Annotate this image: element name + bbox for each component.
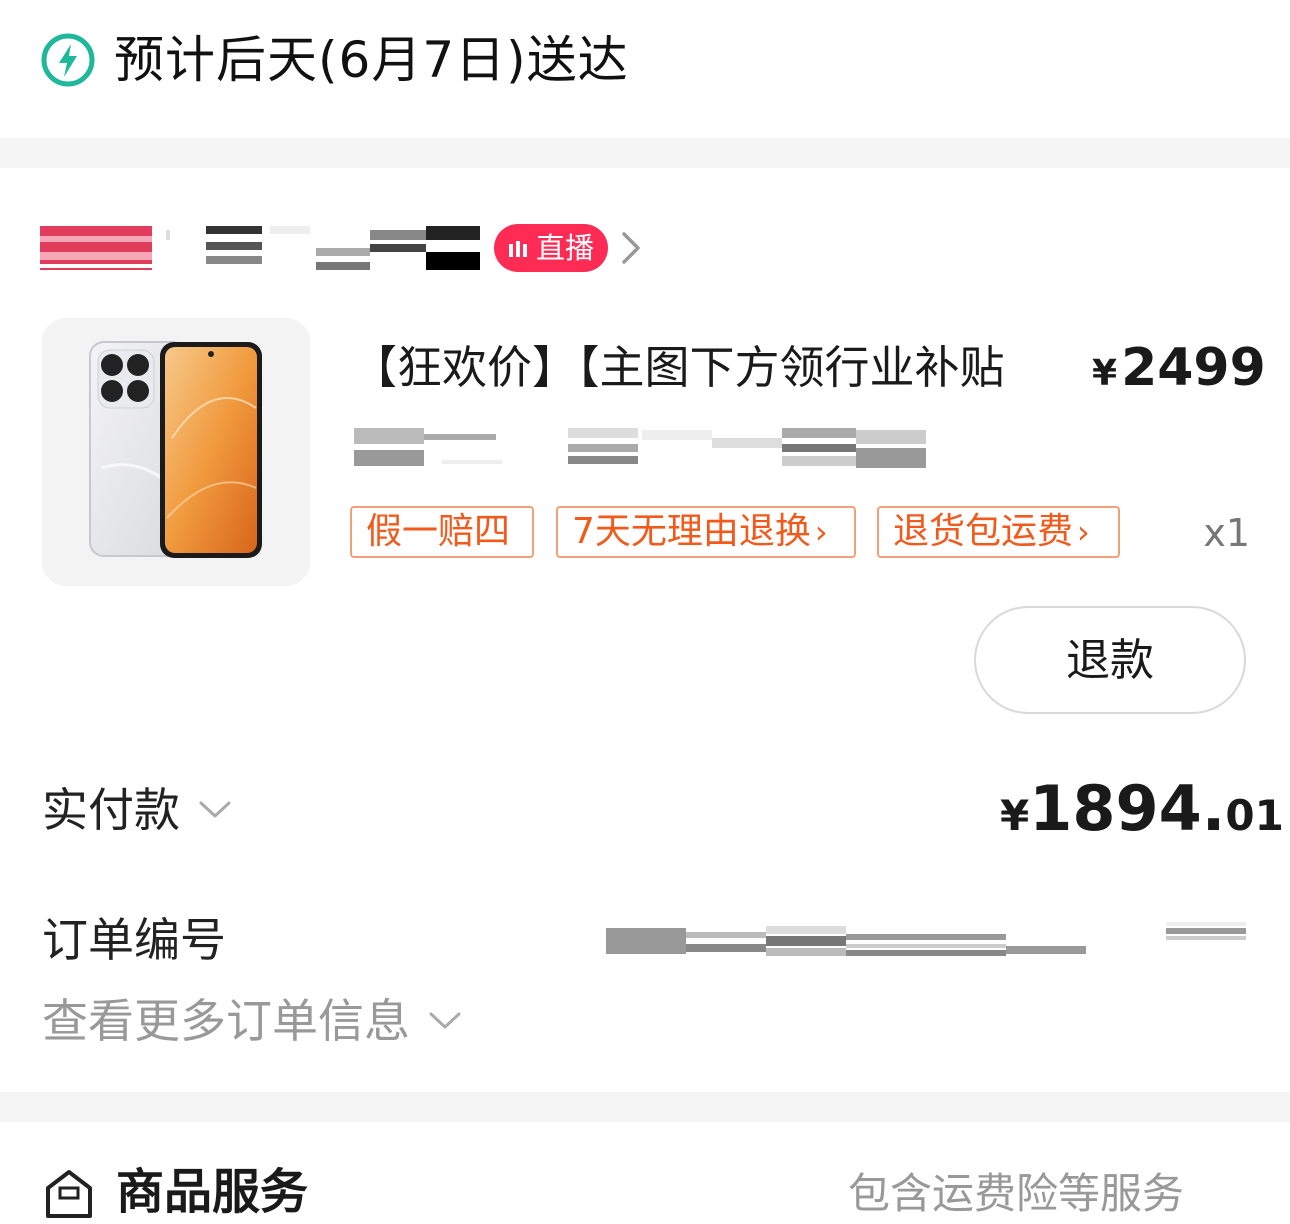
service-section-desc[interactable]: 包含运费险等服务 [848, 1164, 1184, 1224]
phone-product-icon [89, 341, 262, 558]
service-section-title: 商品服务 [116, 1164, 309, 1220]
tag-fake-compensation[interactable]: 假一赔四 [350, 506, 534, 558]
product-quantity: x1 [1203, 511, 1250, 555]
order-number-label: 订单编号 [42, 913, 226, 967]
shop-service-icon [46, 1170, 92, 1218]
chevron-right-icon[interactable] [618, 230, 644, 266]
tag-label: 假一赔四 [366, 511, 511, 552]
chevron-right-icon: › [814, 513, 828, 551]
paid-currency: ¥ [1000, 791, 1030, 840]
lightning-icon [41, 33, 95, 87]
live-badge[interactable]: 直播 [494, 224, 608, 272]
more-order-info-toggle[interactable]: 查看更多订单信息 [42, 990, 462, 1052]
more-order-info-label: 查看更多订单信息 [42, 994, 410, 1048]
live-bars-icon [508, 241, 527, 257]
refund-button[interactable]: 退款 [974, 606, 1246, 714]
paid-amount-label: 实付款 [42, 783, 180, 837]
price-currency: ¥ [1092, 353, 1118, 394]
paid-amount-decimal: 01 [1225, 791, 1284, 840]
tag-label: 退货包运费 [893, 511, 1074, 552]
product-price: ¥2499 [1092, 337, 1266, 405]
tag-7day-return[interactable]: 7天无理由退换 › [556, 506, 856, 558]
product-title[interactable]: 【狂欢价】【主图下方领行业补贴 [352, 337, 1072, 399]
chevron-right-icon: › [1077, 513, 1090, 551]
shop-name-redacted[interactable] [40, 222, 480, 274]
price-value: 2499 [1121, 338, 1266, 398]
chevron-down-icon [199, 801, 231, 818]
order-number-redacted[interactable] [606, 918, 1248, 962]
paid-amount-toggle[interactable]: 实付款 [42, 780, 232, 840]
section-divider [0, 1092, 1290, 1122]
chevron-down-icon [429, 1012, 461, 1029]
section-divider [0, 138, 1290, 168]
live-badge-label: 直播 [535, 231, 594, 265]
delivery-estimate: 预计后天(6月7日)送达 [114, 31, 629, 89]
paid-amount-integer: 1894. [1029, 772, 1226, 845]
paid-amount: ¥1894.01 [1000, 772, 1284, 860]
product-spec-redacted[interactable] [352, 424, 928, 470]
product-image[interactable] [42, 318, 310, 586]
tag-label: 7天无理由退换 [572, 511, 811, 552]
tag-return-shipping[interactable]: 退货包运费 › [877, 506, 1120, 558]
